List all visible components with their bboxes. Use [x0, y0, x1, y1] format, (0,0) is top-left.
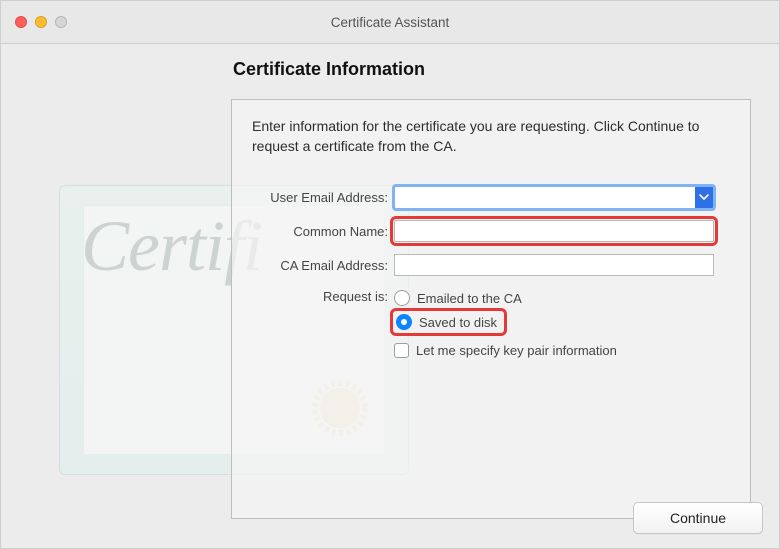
user-email-input[interactable]: [395, 187, 695, 208]
form: User Email Address: Common Name:: [252, 184, 730, 370]
radio-emailed-label: Emailed to the CA: [417, 291, 522, 306]
window: Certificate Assistant Certifi Certifi: [0, 0, 780, 549]
common-name-input[interactable]: [394, 220, 714, 242]
radio-emailed-to-ca[interactable]: Emailed to the CA: [394, 286, 730, 310]
titlebar: Certificate Assistant: [1, 1, 779, 44]
zoom-window-button: [55, 16, 67, 28]
content: Certifi Certificate Information Enter in…: [1, 43, 779, 548]
checkbox-icon: [394, 343, 409, 358]
window-title: Certificate Assistant: [331, 15, 450, 30]
continue-button[interactable]: Continue: [633, 502, 763, 534]
user-email-row: User Email Address:: [252, 184, 730, 210]
ca-email-label: CA Email Address:: [252, 258, 394, 273]
common-name-row: Common Name:: [252, 218, 730, 244]
intro-text: Enter information for the certificate yo…: [252, 116, 720, 157]
close-window-button[interactable]: [15, 16, 27, 28]
specify-keypair-label: Let me specify key pair information: [416, 343, 617, 358]
form-panel: Enter information for the certificate yo…: [231, 99, 751, 519]
request-is-label: Request is:: [252, 286, 394, 304]
user-email-combobox[interactable]: [394, 186, 714, 209]
chevron-down-icon[interactable]: [695, 187, 713, 208]
radio-saved-to-disk[interactable]: Saved to disk: [394, 310, 730, 334]
specify-keypair-checkbox[interactable]: Let me specify key pair information: [394, 338, 730, 362]
user-email-label: User Email Address:: [252, 190, 394, 205]
request-is-row: Request is: Emailed to the CA Saved to d…: [252, 286, 730, 362]
ca-email-input[interactable]: [394, 254, 714, 276]
radio-icon: [396, 314, 412, 330]
panel-title: Certificate Information: [233, 59, 425, 80]
ca-email-row: CA Email Address:: [252, 252, 730, 278]
request-is-radiogroup: Emailed to the CA Saved to disk Let me s…: [394, 286, 730, 362]
continue-button-label: Continue: [670, 510, 726, 526]
traffic-lights: [15, 16, 67, 28]
common-name-label: Common Name:: [252, 224, 394, 239]
radio-icon: [394, 290, 410, 306]
radio-saved-label: Saved to disk: [419, 315, 497, 330]
minimize-window-button[interactable]: [35, 16, 47, 28]
